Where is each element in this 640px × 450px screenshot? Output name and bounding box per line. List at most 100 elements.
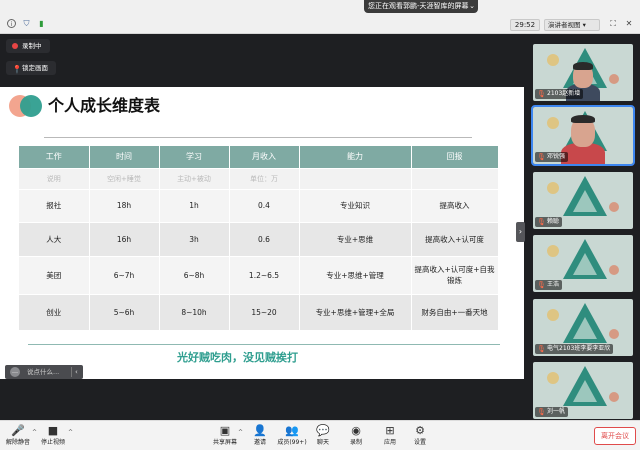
table-cell: 6~7h — [89, 255, 160, 294]
table-header-row: 工作 时间 学习 月收入 能力 回报 — [19, 146, 499, 168]
table-cell: 人大 — [19, 221, 90, 256]
stop-video-button[interactable]: ■ 停止视频 — [37, 424, 69, 450]
record-dot-icon — [12, 43, 18, 49]
invite-icon: 👤 — [253, 424, 267, 437]
table-cell: 创业 — [19, 293, 90, 330]
settings-icon: ⚙ — [415, 424, 425, 437]
table-cell: 提高收入+认可度+自我锻炼 — [411, 255, 499, 294]
chat-label: 聊天 — [316, 439, 329, 446]
table-header: 能力 — [299, 146, 412, 168]
participant-panel: 🎙 2103赵新增 🎙 邓锐强 🎙 赖聪 🎙 王浩 🎙 电气2103班李要李亚欣 🎙 刘一帆 — [528, 40, 636, 420]
info-icon[interactable]: i — [7, 19, 16, 28]
table-cell: 1.2~6.5 — [229, 255, 300, 294]
mic-icon: 🎙 — [537, 345, 546, 353]
participant-tile[interactable]: 🎙 赖聪 — [533, 172, 633, 229]
chevron-down-icon: ⌄ — [469, 2, 475, 10]
participant-name: 🎙 2103赵新增 — [535, 89, 584, 99]
signal-icon[interactable]: ▮ — [37, 19, 46, 28]
table-cell: 3h — [159, 221, 230, 256]
collapse-panel-button[interactable]: › — [516, 222, 525, 242]
record-button[interactable]: ◉ 录制 — [340, 424, 372, 450]
invite-label: 邀请 — [253, 439, 266, 446]
table-cell: 单位：万 — [229, 167, 300, 189]
viewing-banner[interactable]: 您正在观看郭鹏-天涯智库的屏幕 ⌄ — [364, 0, 478, 13]
mute-button[interactable]: 🎤 解除静音 — [2, 424, 34, 450]
leave-meeting-button[interactable]: 离开会议 — [594, 427, 636, 445]
table-header: 学习 — [159, 146, 230, 168]
settings-label: 设置 — [413, 439, 426, 446]
chat-input-hint[interactable]: … 说点什么... ‹ — [5, 365, 83, 379]
divider — [28, 344, 500, 345]
participant-tile[interactable]: 🎙 王浩 — [533, 235, 633, 292]
table-row: 美团 6~7h 6~8h 1.2~6.5 专业+思维+管理 提高收入+认可度+自… — [19, 255, 499, 294]
chat-icon: 💬 — [316, 424, 330, 437]
participant-tile[interactable]: 🎙 邓锐强 — [531, 105, 635, 166]
growth-table: 工作 时间 学习 月收入 能力 回报 说明 空闲+睡觉 主动+被动 单位：万 报… — [19, 146, 499, 330]
table-cell: 说明 — [19, 167, 90, 189]
mic-icon: 🎙 — [537, 408, 546, 416]
table-cell: 提高收入+认可度 — [411, 221, 499, 256]
table-cell: 6~8h — [159, 255, 230, 294]
table-cell: 专业知识 — [299, 188, 412, 222]
stop-video-label: 停止视频 — [40, 439, 65, 446]
mic-muted-icon: 🎤 — [11, 424, 25, 437]
table-cell — [299, 167, 412, 189]
view-mode-button[interactable]: 演讲者视图 ▾ — [544, 19, 600, 31]
record-label: 录制 — [349, 439, 362, 446]
mic-icon: 🎙 — [537, 153, 546, 161]
table-cell: 专业+思维 — [299, 221, 412, 256]
table-header: 工作 — [19, 146, 90, 168]
table-cell: 专业+思维+管理 — [299, 255, 412, 294]
recording-indicator[interactable]: 录制中 — [6, 39, 50, 53]
close-icon[interactable]: ✕ — [624, 19, 634, 29]
table-hint-row: 说明 空闲+睡觉 主动+被动 单位：万 — [19, 167, 499, 189]
slide-tagline: 光好贼吃肉，没见贼挨打 — [177, 351, 298, 364]
mic-icon: 🎙 — [537, 90, 546, 98]
settings-button[interactable]: ⚙ 设置 — [404, 424, 436, 450]
mute-label: 解除静音 — [5, 439, 30, 446]
table-cell: 空闲+睡觉 — [89, 167, 160, 189]
lock-view-label: 锁定画面 — [22, 64, 48, 72]
table-cell: 0.6 — [229, 221, 300, 256]
members-icon: 👥 — [285, 424, 299, 437]
table-cell: 专业+思维+管理+全局 — [299, 293, 412, 330]
shield-icon[interactable]: ⛉ — [22, 19, 31, 28]
table-row: 人大 16h 3h 0.6 专业+思维 提高收入+认可度 — [19, 221, 499, 256]
view-mode-label: 演讲者视图 — [548, 21, 581, 29]
chat-bubble-icon: … — [10, 367, 20, 377]
table-cell: 1h — [159, 188, 230, 222]
table-cell: 0.4 — [229, 188, 300, 222]
share-screen-button[interactable]: ▣ 共享屏幕 — [209, 424, 241, 450]
record-icon: ◉ — [351, 424, 361, 437]
fullscreen-icon[interactable]: ⛶ — [608, 19, 618, 29]
table-cell — [411, 167, 499, 189]
table-row: 报社 18h 1h 0.4 专业知识 提高收入 — [19, 188, 499, 222]
apps-button[interactable]: ⊞ 应用 — [374, 424, 406, 450]
members-button[interactable]: 👥 成员(99+) — [276, 424, 308, 450]
participant-tile[interactable]: 🎙 刘一帆 — [533, 362, 633, 419]
slide-title: 个人成长维度表 — [48, 96, 161, 115]
lock-view-button[interactable]: 📍 锁定画面 — [6, 61, 56, 75]
table-cell: 18h — [89, 188, 160, 222]
chevron-left-icon[interactable]: ‹ — [75, 365, 78, 379]
slide-logo — [9, 95, 45, 117]
participant-tile[interactable]: 🎙 2103赵新增 — [533, 44, 633, 101]
participant-tile[interactable]: 🎙 电气2103班李要李亚欣 — [533, 299, 633, 356]
chevron-up-icon[interactable]: ^ — [68, 429, 73, 436]
meeting-toolbar: 🎤 解除静音 ^ ■ 停止视频 ^ ▣ 共享屏幕 ^ 👤 邀请 👥 成员(99+… — [0, 420, 640, 450]
viewing-banner-text: 您正在观看郭鹏-天涯智库的屏幕 — [368, 2, 469, 10]
chat-hint-text: 说点什么... — [27, 368, 60, 376]
top-status-bar: i ⛉ ▮ 您正在观看郭鹏-天涯智库的屏幕 ⌄ 29:52 演讲者视图 ▾ ⛶ … — [0, 0, 640, 34]
invite-button[interactable]: 👤 邀请 — [244, 424, 276, 450]
recording-label: 录制中 — [22, 42, 42, 50]
chat-button[interactable]: 💬 聊天 — [307, 424, 339, 450]
members-label: 成员(99+) — [277, 439, 307, 446]
table-cell: 5~6h — [89, 293, 160, 330]
participant-name: 🎙 刘一帆 — [535, 407, 569, 417]
share-screen-label: 共享屏幕 — [212, 439, 237, 446]
mic-icon: 🎙 — [537, 281, 546, 289]
chevron-up-icon[interactable]: ^ — [238, 429, 243, 436]
table-cell: 报社 — [19, 188, 90, 222]
participant-name: 🎙 王浩 — [535, 280, 563, 290]
meeting-timer: 29:52 — [510, 19, 540, 31]
